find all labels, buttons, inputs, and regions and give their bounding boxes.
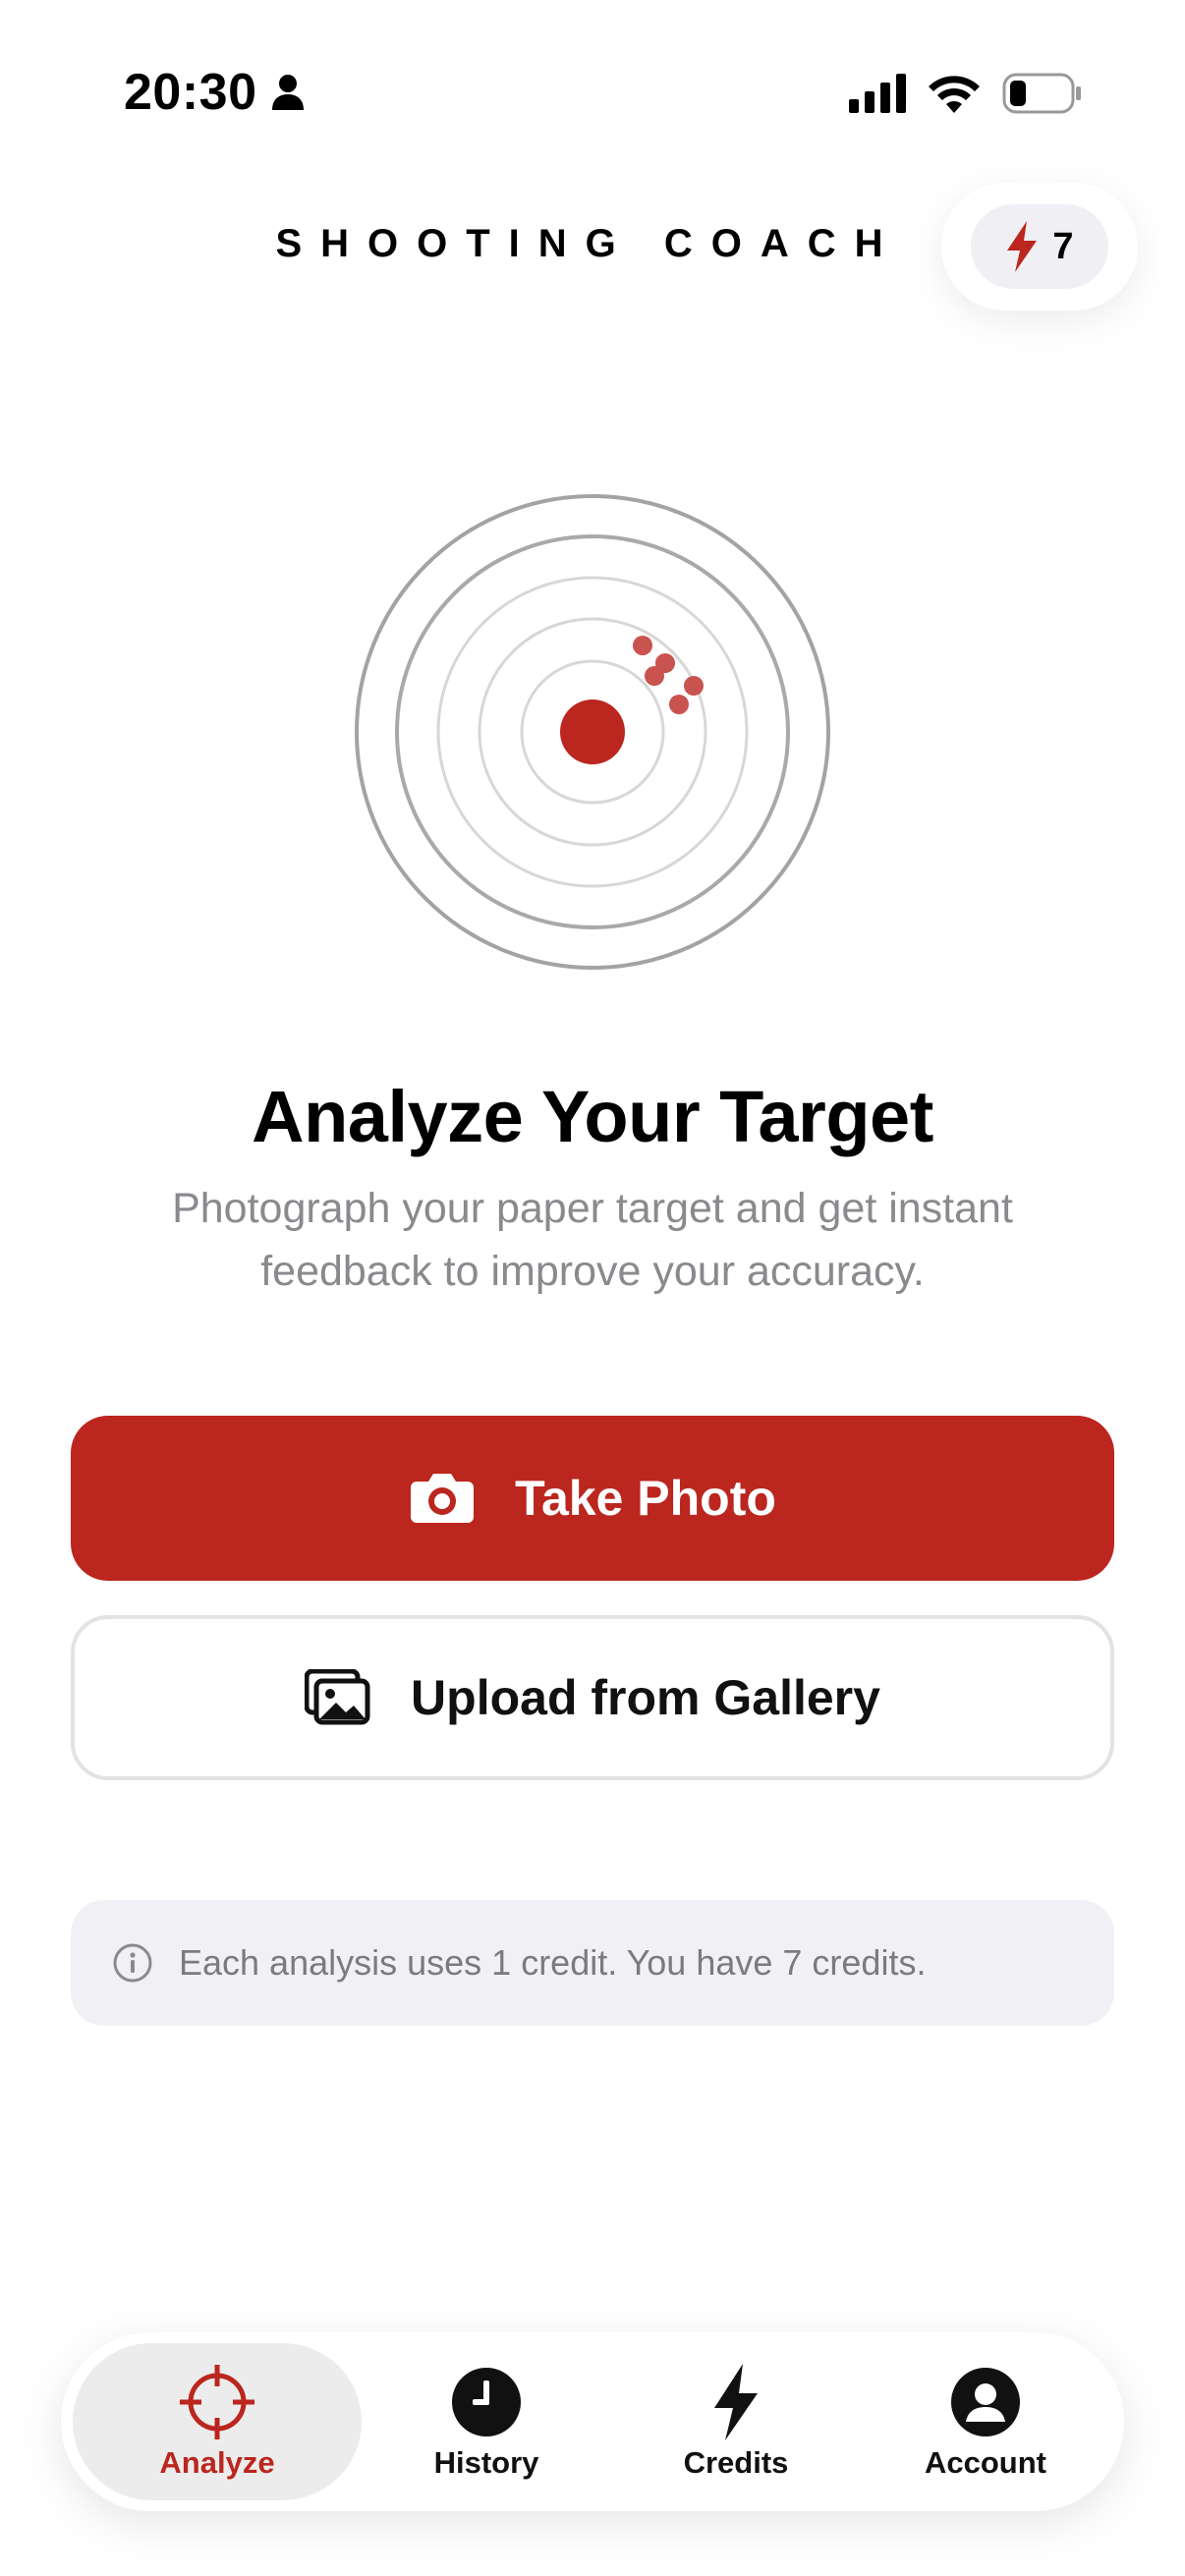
- page-title: Analyze Your Target: [252, 1076, 933, 1157]
- info-icon: [113, 1943, 152, 1983]
- camera-icon: [411, 1474, 475, 1523]
- target-illustration: [355, 494, 830, 970]
- lightning-icon: [1007, 221, 1038, 272]
- wifi-icon: [929, 76, 980, 113]
- upload-gallery-button[interactable]: Upload from Gallery: [71, 1615, 1114, 1780]
- tab-credits[interactable]: Credits: [611, 2343, 861, 2500]
- tab-history-label: History: [433, 2445, 539, 2480]
- credits-badge-button[interactable]: 7: [941, 183, 1138, 310]
- credits-pill[interactable]: 7: [971, 204, 1108, 289]
- take-photo-button[interactable]: Take Photo: [71, 1416, 1114, 1581]
- lightning-icon: [714, 2364, 758, 2440]
- tab-account[interactable]: Account: [861, 2343, 1110, 2500]
- upload-gallery-label: Upload from Gallery: [411, 1670, 880, 1725]
- person-icon: [951, 2368, 1020, 2436]
- gallery-icon: [305, 1669, 370, 1725]
- person-status-icon: [271, 75, 304, 110]
- clock-text: 20:30: [124, 64, 257, 121]
- tab-account-label: Account: [925, 2445, 1046, 2480]
- tab-analyze-label: Analyze: [159, 2445, 275, 2480]
- tab-history[interactable]: History: [362, 2343, 611, 2500]
- credit-info-box: Each analysis uses 1 credit. You have 7 …: [71, 1900, 1114, 2026]
- take-photo-label: Take Photo: [515, 1471, 776, 1526]
- credit-info-text: Each analysis uses 1 credit. You have 7 …: [179, 1942, 927, 1983]
- tab-analyze[interactable]: Analyze: [73, 2343, 362, 2500]
- cellular-signal-icon: [849, 74, 906, 113]
- status-bar-indicators: [849, 73, 1083, 114]
- app-screen: 20:30 SHOOTING COACH 7 Analyze Your Targ…: [0, 0, 1185, 2576]
- status-bar-time: 20:30: [124, 63, 305, 122]
- page-description: Photograph your paper target and get ins…: [172, 1185, 1013, 1295]
- tab-credits-label: Credits: [683, 2445, 789, 2480]
- bottom-tab-bar: Analyze History Credits Account: [61, 2332, 1124, 2511]
- clock-icon: [452, 2368, 521, 2436]
- crosshair-icon: [180, 2365, 254, 2439]
- credits-count: 7: [1052, 225, 1074, 267]
- battery-icon: [1002, 73, 1081, 114]
